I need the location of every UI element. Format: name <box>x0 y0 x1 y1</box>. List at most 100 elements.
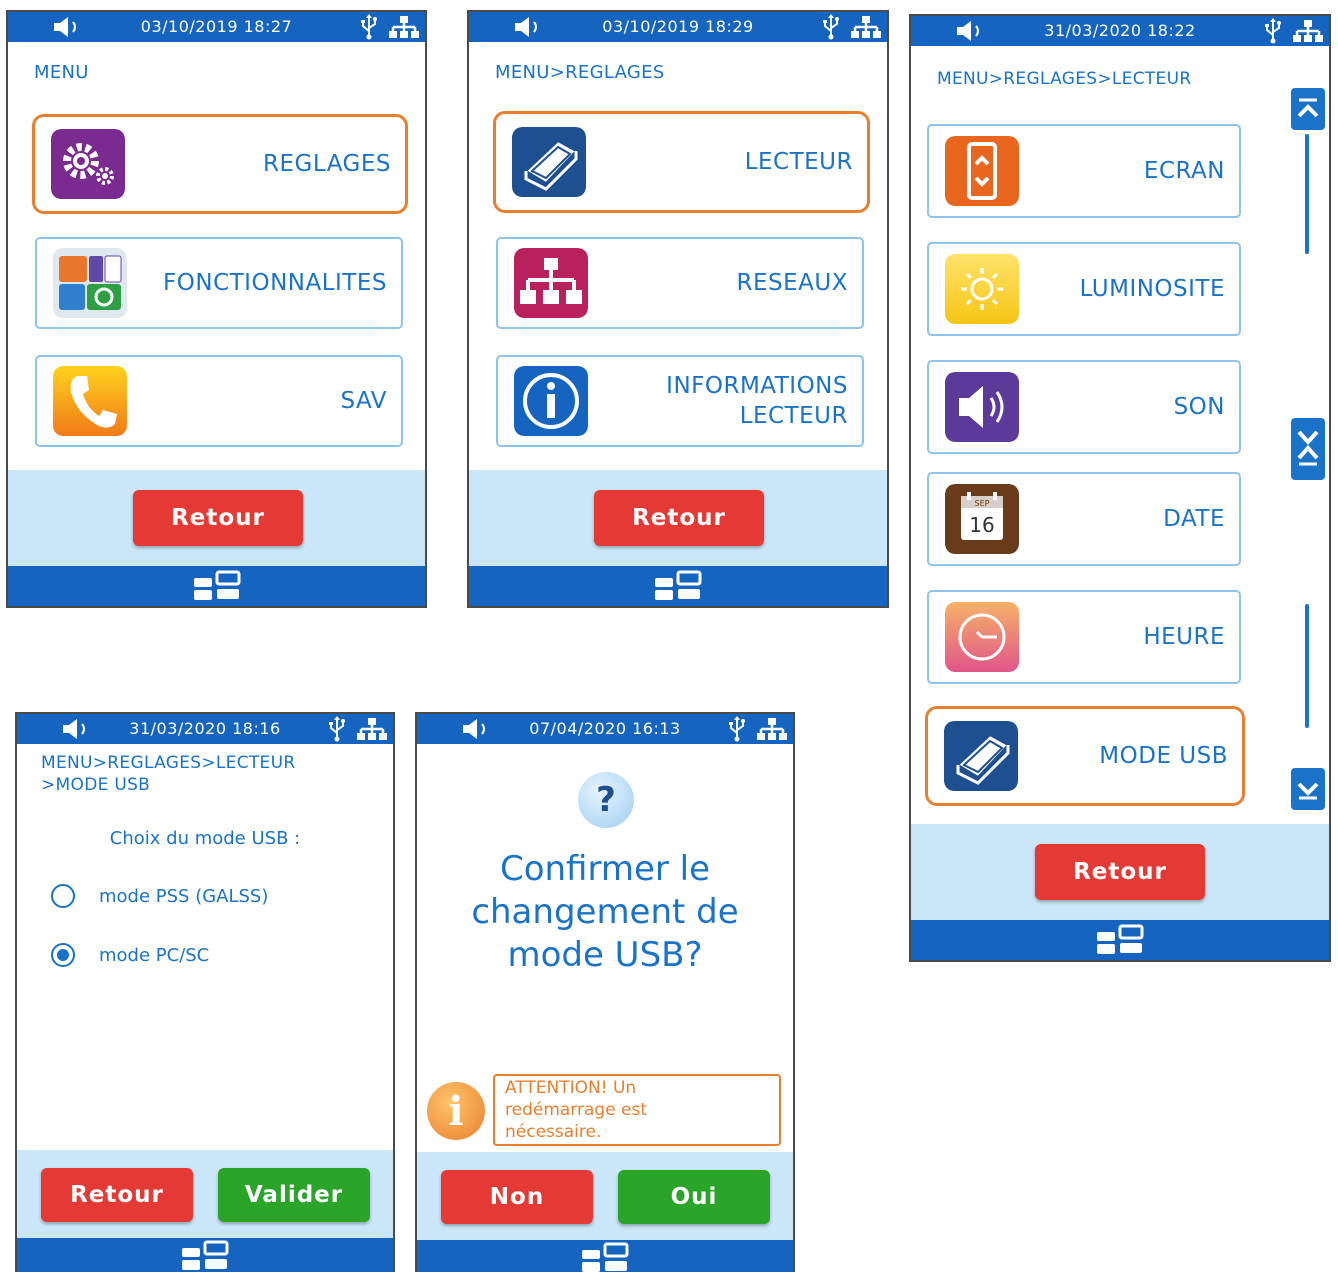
home-dashboard-icon[interactable] <box>192 570 242 602</box>
menu-item-ecran[interactable]: ECRAN <box>927 124 1241 218</box>
back-button[interactable]: Retour <box>41 1168 193 1222</box>
footer: Retour <box>8 470 425 606</box>
menu-item-fonctionnalites[interactable]: FONCTIONNALITES <box>35 237 403 329</box>
menu-item-label: SON <box>1173 394 1225 420</box>
menu-item-label: INFORMATIONS LECTEUR <box>666 373 848 429</box>
clock-icon <box>945 602 1019 672</box>
breadcrumb-line-2: >MODE USB <box>41 775 151 795</box>
network-status-icon <box>389 16 419 38</box>
radio-button[interactable] <box>51 943 75 967</box>
status-bar: 31/03/2020 18:22 <box>911 16 1329 46</box>
menu-item-label: LUMINOSITE <box>1079 276 1225 302</box>
warning-line-2: redémarrage est <box>505 1100 648 1120</box>
scrollbar-track[interactable] <box>1305 134 1309 254</box>
usb-icon <box>821 14 841 40</box>
screen-icon <box>945 136 1019 206</box>
card-reader-icon <box>944 721 1018 791</box>
breadcrumb-line-1: MENU>REGLAGES>LECTEUR <box>41 753 296 773</box>
menu-item-reglages[interactable]: REGLAGES <box>32 114 408 214</box>
no-button[interactable]: Non <box>441 1170 593 1224</box>
home-dashboard-icon[interactable] <box>1095 924 1145 956</box>
breadcrumb: MENU>REGLAGES>LECTEUR >MODE USB <box>41 752 295 796</box>
validate-button[interactable]: Valider <box>218 1168 370 1222</box>
menu-item-label: ECRAN <box>1143 158 1225 184</box>
footer: Retour Valider <box>17 1150 393 1272</box>
menu-item-informations-lecteur[interactable]: INFORMATIONS LECTEUR <box>496 355 864 447</box>
menu-item-sav[interactable]: SAV <box>35 355 403 447</box>
screen-menu: 03/10/2019 18:27 MENU REGLAGES FONCTIONN… <box>6 10 427 608</box>
menu-item-label: LECTEUR <box>744 149 853 175</box>
page-down-button[interactable] <box>1291 418 1325 480</box>
bottom-bar <box>469 566 887 606</box>
screen-lecteur: 31/03/2020 18:22 MENU>REGLAGES>LECTEUR E… <box>909 14 1331 962</box>
status-bar: 03/10/2019 18:27 <box>8 12 425 42</box>
home-dashboard-icon[interactable] <box>653 570 703 602</box>
question-icon: ? <box>578 772 634 828</box>
confirm-message-line-1: Confirmer le <box>499 849 711 889</box>
usb-mode-prompt: Choix du mode USB : <box>109 828 301 849</box>
menu-item-son[interactable]: SON <box>927 360 1241 454</box>
scroll-top-button[interactable] <box>1291 88 1325 130</box>
usb-icon <box>359 14 379 40</box>
menu-item-label: SAV <box>340 388 387 414</box>
menu-item-luminosite[interactable]: LUMINOSITE <box>927 242 1241 336</box>
menu-item-date[interactable]: SEP 16 DATE <box>927 472 1241 566</box>
footer: Retour <box>911 824 1329 960</box>
menu-item-mode-usb[interactable]: MODE USB <box>925 706 1245 806</box>
home-dashboard-icon[interactable] <box>580 1242 630 1272</box>
back-button[interactable]: Retour <box>594 490 764 546</box>
warning-glyph: i <box>448 1087 464 1135</box>
usb-icon <box>727 716 747 742</box>
status-bar: 07/04/2020 16:13 <box>417 714 793 744</box>
footer: Non Oui <box>417 1152 793 1272</box>
warning-line-3: nécessaire. <box>505 1122 602 1142</box>
menu-item-reseaux[interactable]: RESEAUX <box>496 237 864 329</box>
usb-icon <box>327 716 347 742</box>
info-icon <box>514 366 588 436</box>
card-reader-icon <box>512 127 586 197</box>
status-bar: 31/03/2020 18:16 <box>17 714 393 744</box>
home-dashboard-icon[interactable] <box>180 1240 230 1272</box>
radio-option-pcsc[interactable]: mode PC/SC <box>51 943 209 967</box>
back-button[interactable]: Retour <box>1035 844 1205 900</box>
breadcrumb: MENU>REGLAGES <box>495 62 665 83</box>
menu-item-label: REGLAGES <box>263 151 391 177</box>
network-status-icon <box>1293 20 1323 42</box>
phone-icon <box>53 366 127 436</box>
network-status-icon <box>757 718 787 740</box>
calendar-day: 16 <box>969 513 994 537</box>
gears-icon <box>51 129 125 199</box>
scroll-down-button[interactable] <box>1291 768 1325 810</box>
status-bar: 03/10/2019 18:29 <box>469 12 887 42</box>
warning-box: ATTENTION! Un redémarrage est nécessaire… <box>493 1074 781 1146</box>
menu-item-label: MODE USB <box>1099 743 1228 769</box>
sun-icon <box>945 254 1019 324</box>
bottom-bar <box>8 566 425 606</box>
features-icon <box>53 248 127 318</box>
menu-item-label: HEURE <box>1143 624 1225 650</box>
scrollbar-track[interactable] <box>1305 604 1309 728</box>
screen-mode-usb: 31/03/2020 18:16 MENU>REGLAGES>LECTEUR >… <box>15 712 395 1272</box>
footer: Retour <box>469 470 887 606</box>
bottom-bar <box>17 1238 393 1272</box>
confirm-message-line-2: changement de <box>471 892 739 932</box>
menu-item-lecteur[interactable]: LECTEUR <box>493 111 870 213</box>
menu-item-label: DATE <box>1163 506 1225 532</box>
calendar-icon: SEP 16 <box>945 484 1019 554</box>
radio-option-pss[interactable]: mode PSS (GALSS) <box>51 884 268 908</box>
calendar-month: SEP <box>975 499 990 508</box>
menu-item-heure[interactable]: HEURE <box>927 590 1241 684</box>
screen-confirm-usb: 07/04/2020 16:13 ? Confirmer le changeme… <box>415 712 795 1272</box>
menu-item-label: RESEAUX <box>736 270 848 296</box>
chevron-down-icon <box>1297 782 1319 800</box>
back-button[interactable]: Retour <box>133 490 303 546</box>
radio-button[interactable] <box>51 884 75 908</box>
yes-button[interactable]: Oui <box>618 1170 770 1224</box>
bottom-bar <box>417 1240 793 1272</box>
breadcrumb: MENU <box>34 62 89 83</box>
confirm-message-line-3: mode USB? <box>507 935 703 975</box>
speaker-icon <box>945 372 1019 442</box>
question-mark: ? <box>596 780 616 820</box>
warning-line-1: ATTENTION! Un <box>505 1078 637 1098</box>
radio-label: mode PSS (GALSS) <box>99 885 269 907</box>
